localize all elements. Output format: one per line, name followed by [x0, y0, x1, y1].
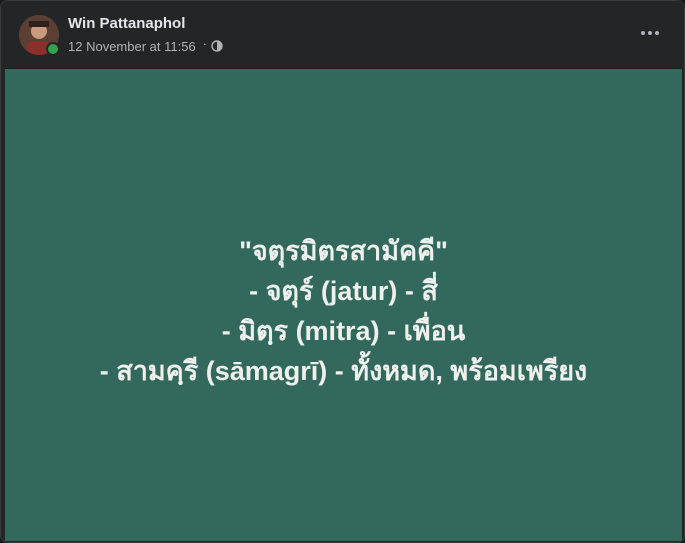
post-card: Win Pattanaphol 12 November at 11:56 · "… [0, 0, 685, 543]
post-header: Win Pattanaphol 12 November at 11:56 · [1, 1, 684, 68]
more-dot-icon [648, 31, 652, 35]
meta-separator: · [202, 36, 208, 51]
globe-icon[interactable] [211, 39, 223, 52]
online-status-dot [46, 42, 60, 56]
more-options-button[interactable] [636, 21, 664, 45]
author-name[interactable]: Win Pattanaphol [68, 15, 185, 32]
post-text-content: "จตุรมิตรสามัคคี" - จตุร์ (jatur) - สี่ … [5, 231, 682, 391]
author-avatar[interactable] [19, 15, 60, 56]
post-text-line: - สามคฺรี (sāmagrī) - ทั้งหมด, พร้อมเพรี… [99, 356, 588, 386]
post-timestamp[interactable]: 12 November at 11:56 [68, 39, 196, 54]
post-meta: 12 November at 11:56 · [68, 36, 223, 54]
more-dot-icon [655, 31, 659, 35]
post-text-line: - จตุร์ (jatur) - สี่ [249, 276, 438, 306]
post-text-line: - มิตฺร (mitra) - เพื่อน [221, 316, 466, 346]
post-text-background[interactable]: "จตุรมิตรสามัคคี" - จตุร์ (jatur) - สี่ … [5, 68, 682, 541]
more-dot-icon [641, 31, 645, 35]
post-text-line: "จตุรมิตรสามัคคี" [239, 236, 448, 266]
